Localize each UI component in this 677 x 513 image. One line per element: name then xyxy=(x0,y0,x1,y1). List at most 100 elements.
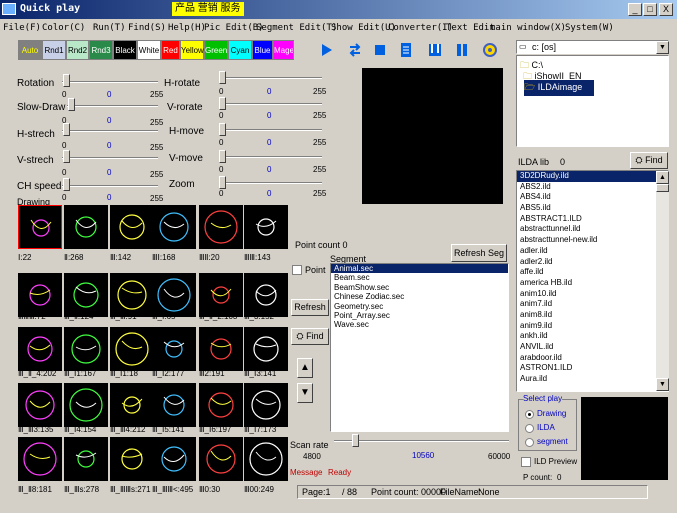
color-red-button[interactable]: Red xyxy=(161,40,180,60)
loop-icon[interactable] xyxy=(346,41,364,59)
thumbnail-26[interactable] xyxy=(64,437,108,481)
move-up-button[interactable]: ▲ xyxy=(297,358,313,378)
thumbnail-7[interactable] xyxy=(18,273,62,317)
rotation-slider-thumb[interactable] xyxy=(63,74,70,87)
color-magenta-button[interactable]: Magenta xyxy=(273,40,294,60)
ild-preview-checkbox[interactable] xyxy=(521,457,531,467)
v-strech-slider-thumb[interactable] xyxy=(63,150,70,163)
ilda-find-button[interactable]: ⛭ Find xyxy=(630,152,668,169)
segment-list[interactable]: Animal.sec Beam.sec BeamShow.sec Chinese Zo… xyxy=(330,263,509,432)
thumbnail-2[interactable] xyxy=(64,205,108,249)
ilda-file-item[interactable]: anim9.ild xyxy=(517,321,656,332)
h-strech-slider-thumb[interactable] xyxy=(63,123,70,136)
zoom-slider-thumb[interactable] xyxy=(219,176,226,189)
maximize-button[interactable]: □ xyxy=(643,3,657,16)
ilda-file-list[interactable]: 3D2DRudy.ild ABS2.ild ABS4.ild ABS5.ild ABST… xyxy=(516,170,669,392)
ilda-file-item[interactable]: affe.ild xyxy=(517,267,656,278)
menu-text-edit[interactable]: Text Edit xyxy=(446,23,495,33)
move-down-button[interactable]: ▼ xyxy=(297,383,313,403)
thumbnail-30[interactable] xyxy=(244,437,288,481)
menu-find[interactable]: Find(S) xyxy=(128,23,166,33)
thumbnail-1[interactable] xyxy=(18,205,62,249)
menu-pic-edit[interactable]: Pic Edit(B) xyxy=(204,23,264,33)
drive-select[interactable]: ▭ c: [os] ▼ xyxy=(516,40,669,54)
ch-speed-slider-thumb[interactable] xyxy=(63,178,70,191)
thumbnail-25[interactable] xyxy=(18,437,62,481)
thumbnail-4[interactable] xyxy=(152,205,196,249)
segment-list-item[interactable]: Geometry.sec xyxy=(331,302,508,311)
thumbnail-24[interactable] xyxy=(244,383,288,427)
ilda-file-item[interactable]: 3D2DRudy.ild xyxy=(517,171,656,182)
scroll-thumb[interactable] xyxy=(656,184,669,192)
h-rotate-slider-thumb[interactable] xyxy=(219,71,226,84)
ilda-radio[interactable] xyxy=(525,424,534,433)
thumbnail-15[interactable] xyxy=(110,327,154,371)
thumbnail-22[interactable] xyxy=(152,383,196,427)
ilda-file-item[interactable]: ABSTRACT1.ILD xyxy=(517,214,656,225)
color-cyan-button[interactable]: Cyan xyxy=(228,40,252,60)
color-rnd3-button[interactable]: Rnd3 xyxy=(89,40,113,60)
chevron-down-icon[interactable]: ▼ xyxy=(656,41,669,54)
menu-help[interactable]: Help(H) xyxy=(168,23,206,33)
thumbnail-21[interactable] xyxy=(110,383,154,427)
thumbnail-3[interactable] xyxy=(110,205,154,249)
stop-icon[interactable] xyxy=(371,41,389,59)
scroll-up-icon[interactable]: ▲ xyxy=(656,171,669,184)
segment-list-item[interactable]: BeamShow.sec xyxy=(331,283,508,292)
ilda-scrollbar[interactable]: ▲ ▼ xyxy=(656,171,669,391)
ilda-file-item[interactable]: abstracttunnel-new.ild xyxy=(517,235,656,246)
color-blue-button[interactable]: Blue xyxy=(252,40,273,60)
color-rnd1-button[interactable]: Rnd1 xyxy=(42,40,66,60)
segment-list-item[interactable]: Beam.sec xyxy=(331,273,508,282)
segment-list-item[interactable]: Wave.sec xyxy=(331,320,508,329)
settings-icon[interactable] xyxy=(480,40,500,60)
find-segment-button[interactable]: ⛭ Find xyxy=(291,328,329,345)
menu-main-window[interactable]: main window(X) xyxy=(490,23,566,33)
menu-system[interactable]: System(W) xyxy=(565,23,614,33)
ilda-file-item[interactable]: ANVIL.ild xyxy=(517,342,656,353)
thumbnail-11[interactable] xyxy=(199,273,243,317)
ilda-file-item[interactable]: Aura.ild xyxy=(517,374,656,385)
thumbnail-10[interactable] xyxy=(152,273,196,317)
ilda-file-item[interactable]: adler.ild xyxy=(517,246,656,257)
ilda-file-item[interactable]: ABS4.ild xyxy=(517,192,656,203)
refresh-seg-button[interactable]: Refresh Seg xyxy=(451,244,507,262)
color-green-button[interactable]: Green xyxy=(204,40,228,60)
v-move-slider-thumb[interactable] xyxy=(219,150,226,163)
scan-rate-slider-thumb[interactable] xyxy=(352,434,359,447)
menu-run[interactable]: Run(T) xyxy=(93,23,126,33)
ilda-file-item[interactable]: america HB.ild xyxy=(517,278,656,289)
slow-draw-slider-thumb[interactable] xyxy=(68,98,75,111)
thumbnail-9[interactable] xyxy=(110,273,154,317)
color-black-button[interactable]: Black xyxy=(113,40,137,60)
segment-list-item[interactable]: Chinese Zodiac.sec xyxy=(331,292,508,301)
thumbnail-18[interactable] xyxy=(244,327,288,371)
menu-file[interactable]: File(F) xyxy=(3,23,41,33)
color-white-button[interactable]: White xyxy=(137,40,161,60)
thumbnail-14[interactable] xyxy=(64,327,108,371)
scroll-down-icon[interactable]: ▼ xyxy=(656,378,669,391)
ilda-file-item[interactable]: ASTRON1.ILD xyxy=(517,363,656,374)
minimize-button[interactable]: _ xyxy=(628,3,642,16)
thumbnail-12[interactable] xyxy=(244,273,288,317)
thumbnail-13[interactable] xyxy=(18,327,62,371)
color-auto-button[interactable]: Auto xyxy=(18,40,42,60)
thumbnail-8[interactable] xyxy=(64,273,108,317)
ilda-file-item[interactable]: ABS2.ild xyxy=(517,182,656,193)
menu-segment-edit[interactable]: Segment Edit(T) xyxy=(256,23,337,33)
color-rnd2-button[interactable]: Rnd2 xyxy=(66,40,89,60)
menu-color[interactable]: Color(C) xyxy=(42,23,85,33)
color-yellow-button[interactable]: Yellow xyxy=(180,40,204,60)
ilda-file-item[interactable]: anim8.ild xyxy=(517,310,656,321)
v-rorate-slider-thumb[interactable] xyxy=(219,97,226,110)
menu-show-edit[interactable]: Show Edit(U) xyxy=(331,23,396,33)
thumbnail-5[interactable] xyxy=(199,205,243,249)
thumbnail-17[interactable] xyxy=(199,327,243,371)
close-button[interactable]: X xyxy=(659,3,673,16)
ilda-file-item[interactable]: abstracttunnel.ild xyxy=(517,224,656,235)
ilda-file-item[interactable]: anim10.ild xyxy=(517,289,656,300)
point-checkbox[interactable] xyxy=(292,265,302,275)
ilda-file-item[interactable]: ABS5.ild xyxy=(517,203,656,214)
frame-icon[interactable] xyxy=(426,41,444,59)
thumbnail-16[interactable] xyxy=(152,327,196,371)
